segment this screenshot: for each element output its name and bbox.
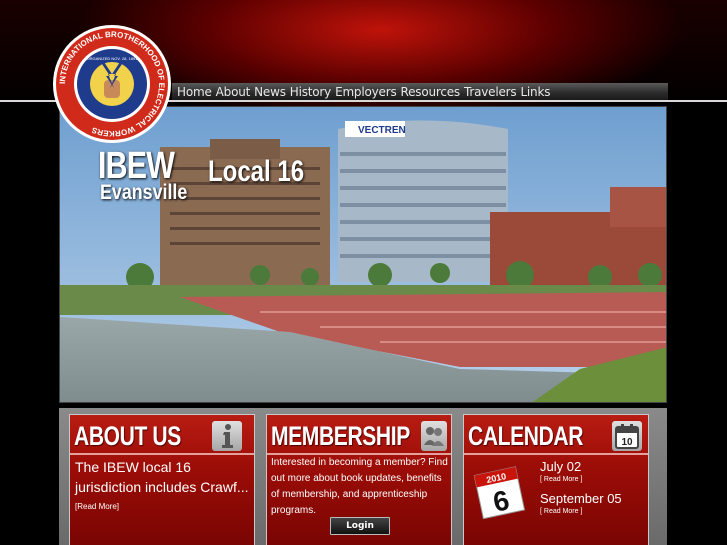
membership-card-text: Interested in becoming a member? Find ou… xyxy=(271,457,448,516)
nav-about[interactable]: About xyxy=(216,85,251,99)
about-card-text: The IBEW local 16 jurisdiction includes … xyxy=(75,459,249,495)
ibew-logo[interactable]: INTERNATIONAL BROTHERHOOD OF ELECTRICAL … xyxy=(52,24,172,144)
about-card: ABOUT US The IBEW local 16 jurisdiction … xyxy=(69,414,255,545)
logo-center-text: ORGANIZED NOV. 28, 1891 xyxy=(87,56,139,61)
membership-card-header: MEMBERSHIP xyxy=(267,415,451,455)
hero-title-city: Evansville xyxy=(100,181,188,204)
nav-home[interactable]: Home xyxy=(177,85,212,99)
about-read-more-link[interactable]: [Read More] xyxy=(75,497,254,517)
nav-resources[interactable]: Resources xyxy=(401,85,461,99)
hero-title: IBEW Local 16 Evansville xyxy=(98,145,304,204)
nav-links[interactable]: Links xyxy=(520,85,550,99)
calendar-card-title: CALENDAR xyxy=(468,421,584,451)
event-date: September 05 xyxy=(540,491,622,506)
info-icon xyxy=(212,421,242,451)
nav-history[interactable]: History xyxy=(290,85,331,99)
main-nav: Home About News History Employers Resour… xyxy=(172,83,668,100)
about-card-title: ABOUT US xyxy=(74,421,181,451)
members-icon xyxy=(421,421,447,451)
calendar-page-icon: 2010 6 xyxy=(470,463,526,520)
event-read-more-link[interactable]: [ Read More ] xyxy=(540,476,582,483)
calendar-card-header: CALENDAR 10 xyxy=(464,415,648,455)
nav-news[interactable]: News xyxy=(254,85,286,99)
calendar-icon: 10 xyxy=(612,421,642,451)
nav-travelers[interactable]: Travelers xyxy=(464,85,517,99)
calendar-card: CALENDAR 10 2010 6 July 02 [ Read More ]… xyxy=(463,414,649,545)
building-sign: VECTREN xyxy=(358,125,406,136)
membership-card: MEMBERSHIP Interested in becoming a memb… xyxy=(266,414,452,545)
event-read-more-link[interactable]: [ Read More ] xyxy=(540,508,582,515)
hero-title-local: Local 16 xyxy=(208,155,305,188)
about-card-header: ABOUT US xyxy=(70,415,254,455)
login-button[interactable]: Login xyxy=(330,517,390,535)
svg-text:10: 10 xyxy=(621,437,633,448)
about-card-body: The IBEW local 16 jurisdiction includes … xyxy=(75,457,254,517)
membership-card-title: MEMBERSHIP xyxy=(271,421,410,451)
nav-employers[interactable]: Employers xyxy=(335,85,397,99)
event-date: July 02 xyxy=(540,459,582,474)
